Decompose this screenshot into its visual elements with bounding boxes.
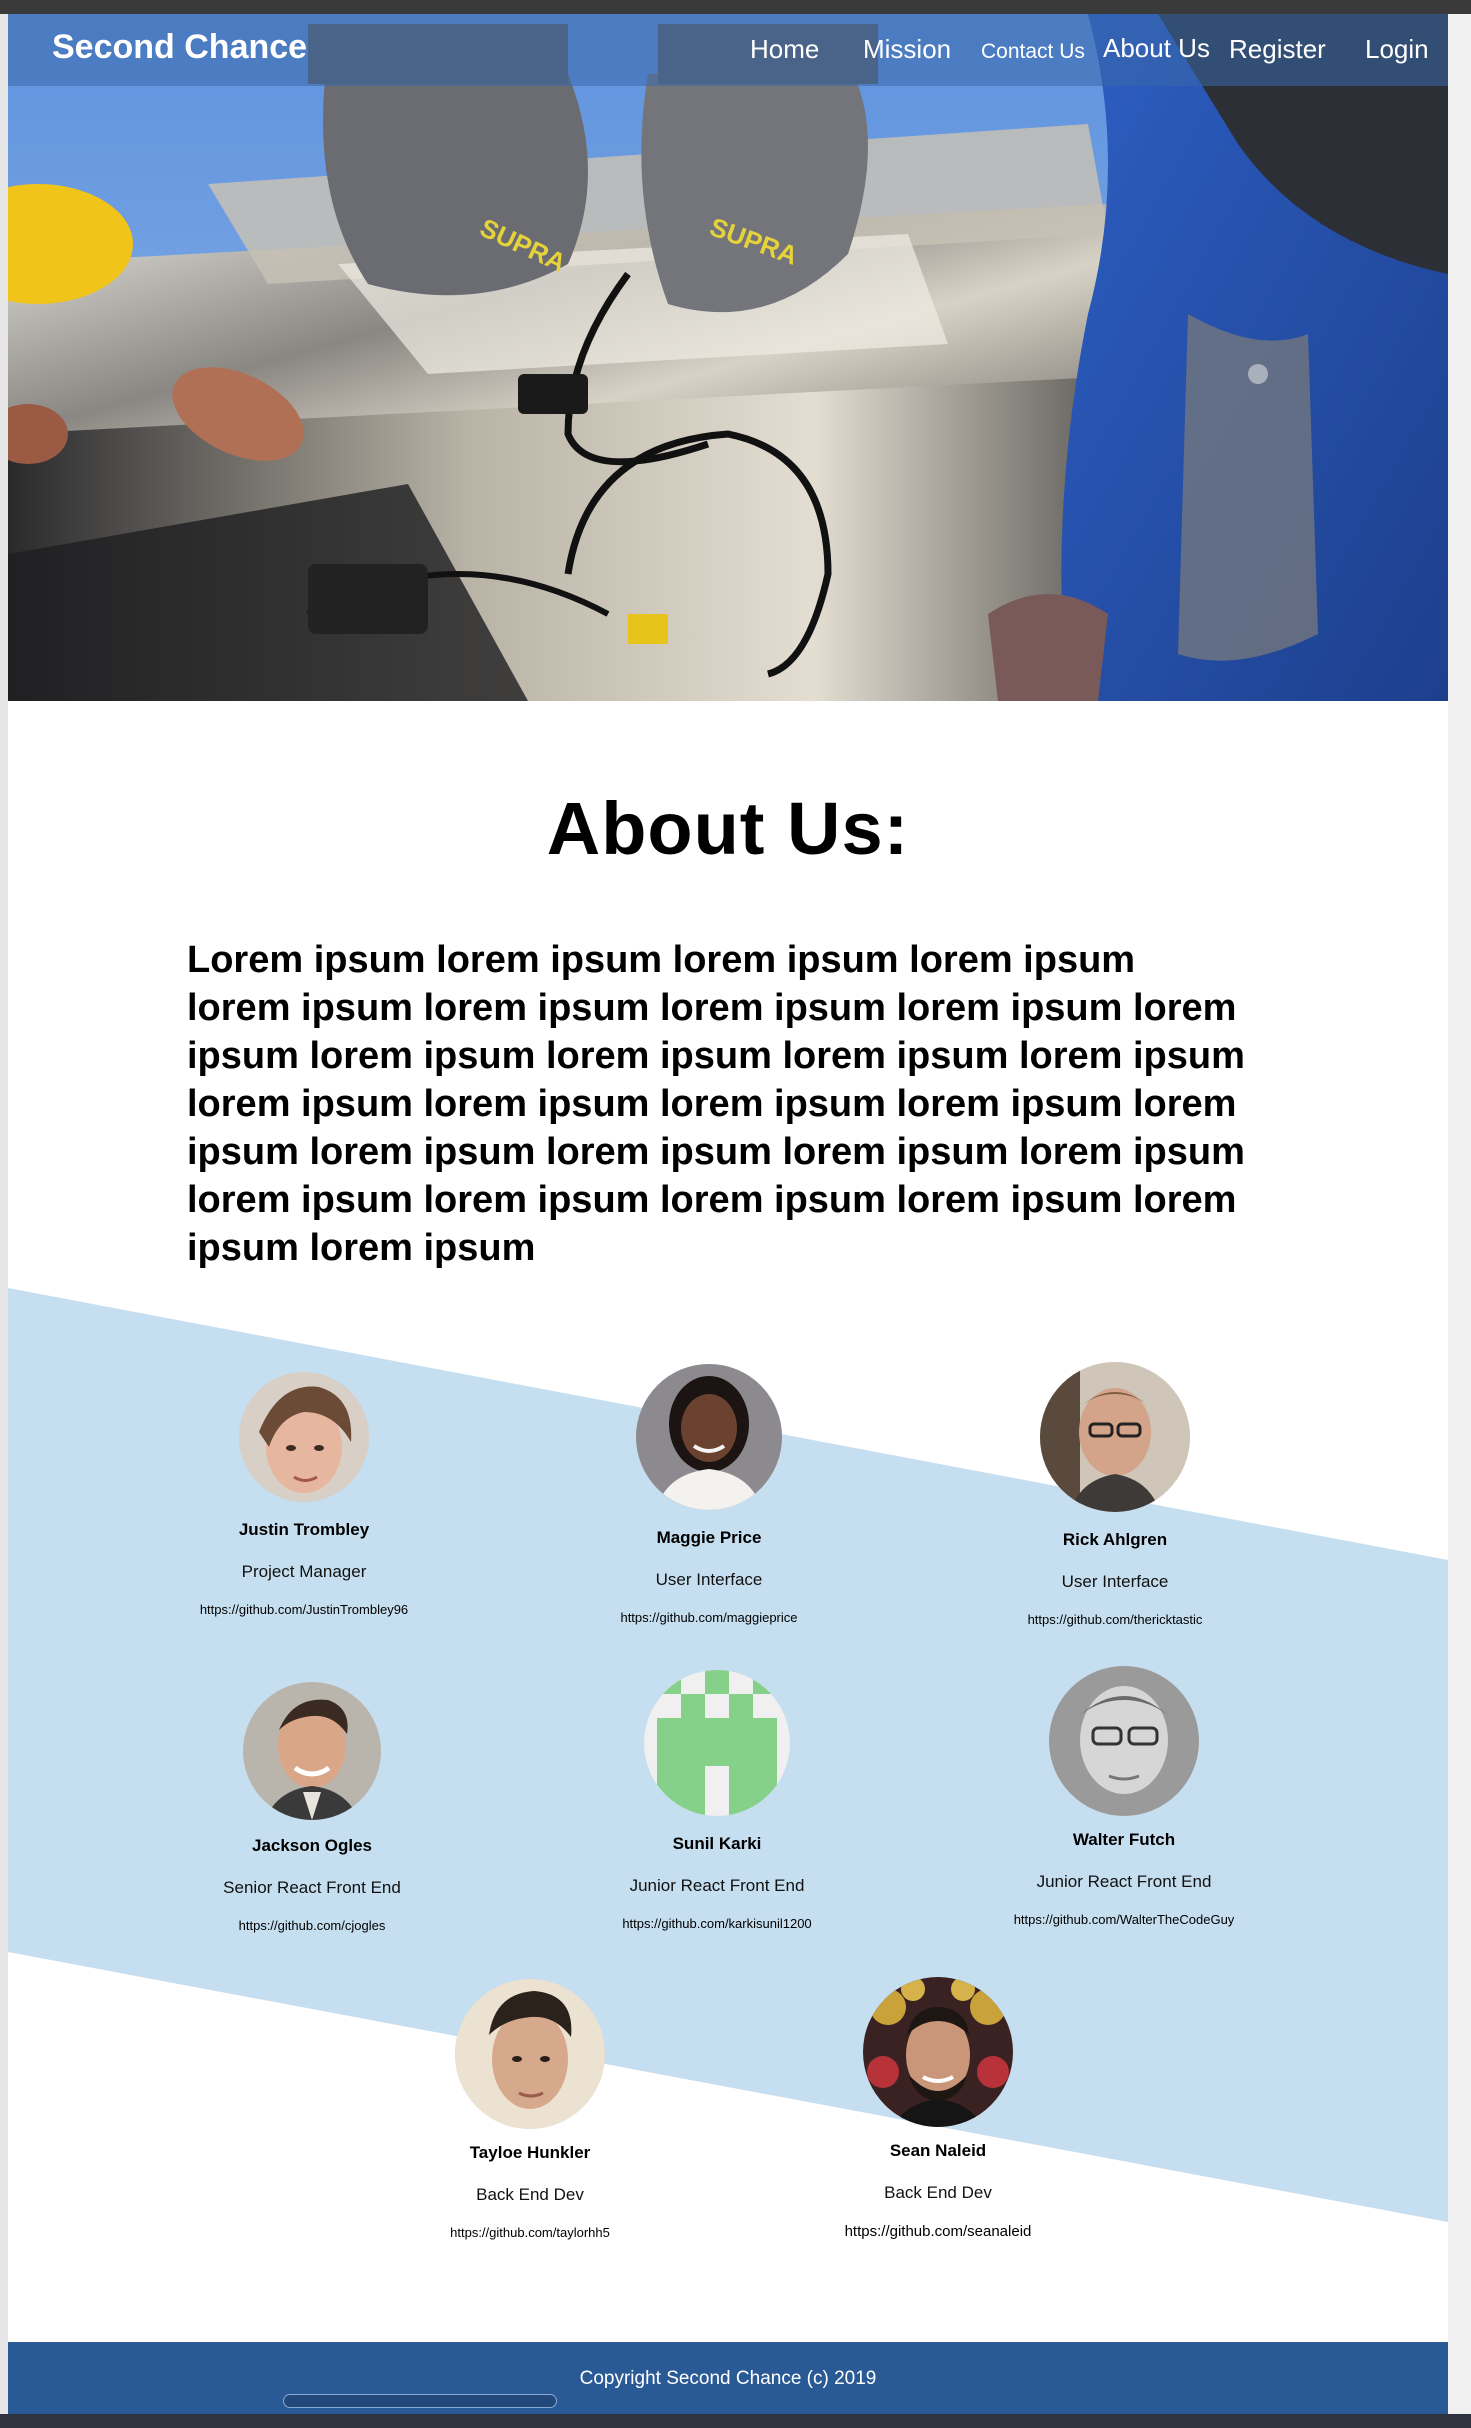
- page: SUPRA SUPRA Second Chance Home Mission C…: [8, 14, 1448, 2414]
- team-member-card: Jackson Ogles Senior React Front End htt…: [147, 1682, 477, 1933]
- about-title: About Us:: [546, 787, 910, 870]
- team-member-card: Maggie Price User Interface https://gith…: [544, 1364, 874, 1625]
- member-github-link[interactable]: https://github.com/cjogles: [147, 1918, 477, 1933]
- nav-mission[interactable]: Mission: [863, 34, 951, 65]
- avatar: [636, 1364, 782, 1510]
- nav-home[interactable]: Home: [750, 34, 819, 65]
- member-role: Junior React Front End: [1036, 1872, 1212, 1891]
- avatar: [455, 1979, 605, 2129]
- member-name: Sunil Karki: [672, 1834, 762, 1853]
- team-member-card: Justin Trombley Project Manager https://…: [139, 1372, 469, 1617]
- member-github-link[interactable]: https://github.com/seanaleid: [773, 2223, 1103, 2240]
- member-github-link[interactable]: https://github.com/JustinTrombley96: [139, 1602, 469, 1617]
- avatar: [239, 1372, 369, 1502]
- avatar: [1040, 1362, 1190, 1512]
- team-member-card: Rick Ahlgren User Interface https://gith…: [950, 1362, 1280, 1627]
- team-member-card: Sean Naleid Back End Dev https://github.…: [773, 1977, 1103, 2240]
- team-member-card: Walter Futch Junior React Front End http…: [959, 1666, 1289, 1927]
- member-name: Jackson Ogles: [251, 1836, 372, 1855]
- team-member-card: Tayloe Hunkler Back End Dev https://gith…: [365, 1979, 695, 2240]
- member-name: Tayloe Hunkler: [469, 2143, 591, 2162]
- browser-top-bar: [0, 0, 1471, 14]
- member-role: User Interface: [1061, 1572, 1169, 1591]
- hero-image: SUPRA SUPRA Second Chance Home Mission C…: [8, 14, 1448, 701]
- member-role: Junior React Front End: [629, 1876, 805, 1895]
- member-name: Sean Naleid: [889, 2141, 987, 2160]
- member-role: Back End Dev: [884, 2183, 992, 2202]
- footer: Copyright Second Chance (c) 2019: [8, 2342, 1448, 2414]
- solar-panel-workers-illustration: SUPRA SUPRA: [8, 14, 1448, 701]
- footer-copyright: Copyright Second Chance (c) 2019: [579, 2368, 877, 2389]
- nav-login[interactable]: Login: [1365, 34, 1429, 65]
- horizontal-scrollbar[interactable]: [283, 2394, 557, 2408]
- navbar: Second Chance Home Mission Contact Us Ab…: [8, 14, 1448, 86]
- nav-register[interactable]: Register: [1229, 34, 1326, 65]
- member-name: Justin Trombley: [238, 1520, 370, 1539]
- avatar: [644, 1670, 790, 1816]
- member-name: Rick Ahlgren: [1062, 1530, 1168, 1549]
- member-role: Back End Dev: [476, 2185, 584, 2204]
- about-description: Lorem ipsum lorem ipsum lorem ipsum lore…: [187, 939, 1245, 1269]
- member-github-link[interactable]: https://github.com/maggieprice: [544, 1610, 874, 1625]
- page-right-gutter: [1448, 14, 1471, 2419]
- avatar: [1049, 1666, 1199, 1816]
- avatar: [243, 1682, 381, 1820]
- team-member-card: Sunil Karki Junior React Front End https…: [552, 1670, 882, 1931]
- member-role: Project Manager: [241, 1562, 367, 1581]
- member-name: Walter Futch: [1072, 1830, 1176, 1849]
- member-role: User Interface: [655, 1570, 763, 1589]
- member-github-link[interactable]: https://github.com/karkisunil1200: [552, 1916, 882, 1931]
- member-github-link[interactable]: https://github.com/thericktastic: [950, 1612, 1280, 1627]
- member-github-link[interactable]: https://github.com/taylorhh5: [365, 2225, 695, 2240]
- member-role: Senior React Front End: [223, 1878, 401, 1897]
- nav-contact-us[interactable]: Contact Us: [981, 40, 1085, 64]
- member-github-link[interactable]: https://github.com/WalterTheCodeGuy: [959, 1912, 1289, 1927]
- avatar: [863, 1977, 1013, 2127]
- identicon-icon: [644, 1670, 790, 1816]
- nav-about-us[interactable]: About Us: [1103, 33, 1210, 64]
- browser-bottom-bar: [0, 2414, 1471, 2428]
- member-name: Maggie Price: [656, 1528, 762, 1547]
- brand-logo[interactable]: Second Chance: [52, 28, 307, 67]
